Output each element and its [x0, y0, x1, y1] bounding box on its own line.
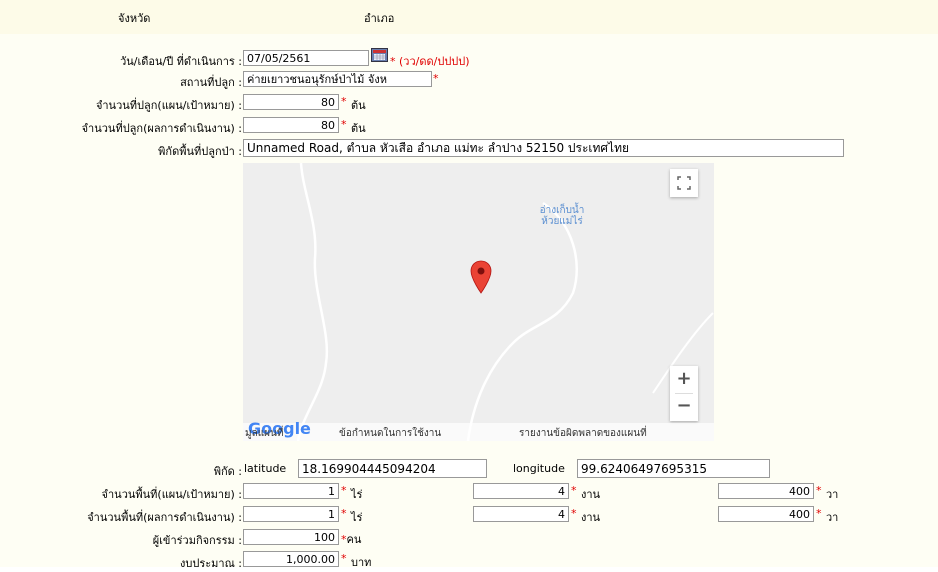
- area-target-wa-unit: วา: [826, 488, 839, 501]
- plant-result-unit: ต้น: [351, 122, 366, 135]
- reservoir-label-line2: ห้วยแม่ไร่: [541, 216, 583, 227]
- zoom-controls: + −: [670, 366, 698, 421]
- longitude-field[interactable]: [577, 459, 770, 478]
- plant-target-label: จำนวนที่ปลูก(แผน/เป้าหมาย) :: [95, 99, 242, 112]
- location-field[interactable]: [243, 139, 844, 157]
- place-label: สถานที่ปลูก :: [180, 76, 242, 89]
- budget-label: งบประมาณ :: [180, 557, 242, 570]
- map-view[interactable]: อ่างเก็บน้ำ ห้วยแม่ไร่ + − Google มูลแผน…: [243, 163, 714, 441]
- area-result-rai-unit: ไร่: [351, 511, 363, 524]
- report-map-error-link[interactable]: รายงานข้อผิดพลาดของแผนที่: [519, 426, 647, 441]
- participants-field[interactable]: [243, 529, 339, 545]
- area-target-ngan-field[interactable]: [473, 483, 569, 499]
- area-result-wa-required-mark: *: [816, 507, 822, 520]
- map-footer: Google มูลแผนที่ ข้อกำหนดในการใช้งาน ราย…: [243, 419, 714, 441]
- budget-field[interactable]: [243, 551, 339, 567]
- latitude-field[interactable]: [298, 459, 487, 478]
- zoom-in-button[interactable]: +: [670, 366, 698, 393]
- fullscreen-button[interactable]: [670, 169, 698, 197]
- area-result-ngan-field[interactable]: [473, 506, 569, 522]
- area-target-ngan-unit: งาน: [581, 488, 601, 501]
- budget-required-mark: *: [341, 552, 347, 565]
- area-result-wa-unit: วา: [826, 511, 839, 524]
- area-target-rai-required-mark: *: [341, 484, 347, 497]
- fullscreen-icon: [677, 176, 691, 190]
- longitude-label: longitude: [513, 462, 565, 475]
- location-pin-icon[interactable]: [470, 260, 492, 294]
- area-result-label: จำนวนพื้นที่(ผลการดำเนินงาน) :: [87, 511, 242, 524]
- place-field[interactable]: [243, 71, 432, 87]
- area-result-wa-field[interactable]: [718, 506, 814, 522]
- plant-target-required-mark: *: [341, 95, 347, 108]
- province-label: จังหวัด: [118, 12, 151, 25]
- zoom-out-button[interactable]: −: [670, 394, 698, 421]
- reservoir-label: อ่างเก็บน้ำ ห้วยแม่ไร่: [537, 205, 587, 227]
- latitude-label: latitude: [244, 462, 287, 475]
- plant-result-label: จำนวนที่ปลูก(ผลการดำเนินงาน) :: [81, 122, 242, 135]
- date-label: วัน/เดือน/ปี ที่ดำเนินการ :: [120, 55, 242, 68]
- area-result-rai-required-mark: *: [341, 507, 347, 520]
- plant-result-required-mark: *: [341, 118, 347, 131]
- area-result-rai-field[interactable]: [243, 506, 339, 522]
- budget-unit: บาท: [351, 556, 372, 569]
- area-target-wa-required-mark: *: [816, 484, 822, 497]
- reservoir-label-line1: อ่างเก็บน้ำ: [539, 205, 585, 216]
- area-target-label: จำนวนพื้นที่(แผน/เป้าหมาย) :: [101, 488, 242, 501]
- participants-unit: *คน: [341, 533, 362, 546]
- map-roads: [296, 163, 714, 441]
- area-target-wa-field[interactable]: [718, 483, 814, 499]
- map-data-link[interactable]: มูลแผนที่: [245, 426, 283, 441]
- plant-result-field[interactable]: [243, 117, 339, 133]
- date-field[interactable]: [243, 50, 369, 66]
- district-label: อำเภอ: [364, 12, 395, 25]
- area-target-rai-field[interactable]: [243, 483, 339, 499]
- location-label: พิกัดพื้นที่ปลูกป่า :: [158, 145, 242, 158]
- place-required-mark: *: [433, 72, 439, 85]
- date-format-hint: * (วว/ดด/ปปปป): [390, 55, 470, 68]
- area-target-rai-unit: ไร่: [351, 488, 363, 501]
- area-target-ngan-required-mark: *: [571, 484, 577, 497]
- plant-target-field[interactable]: [243, 94, 339, 110]
- plant-target-unit: ต้น: [351, 99, 366, 112]
- coords-label: พิกัด :: [213, 465, 242, 478]
- calendar-icon[interactable]: [371, 48, 388, 62]
- area-result-ngan-required-mark: *: [571, 507, 577, 520]
- area-result-ngan-unit: งาน: [581, 511, 601, 524]
- participants-label: ผู้เข้าร่วมกิจกรรม :: [152, 534, 242, 547]
- terms-link[interactable]: ข้อกำหนดในการใช้งาน: [339, 426, 441, 441]
- header-bar: จังหวัด อำเภอ: [0, 0, 938, 34]
